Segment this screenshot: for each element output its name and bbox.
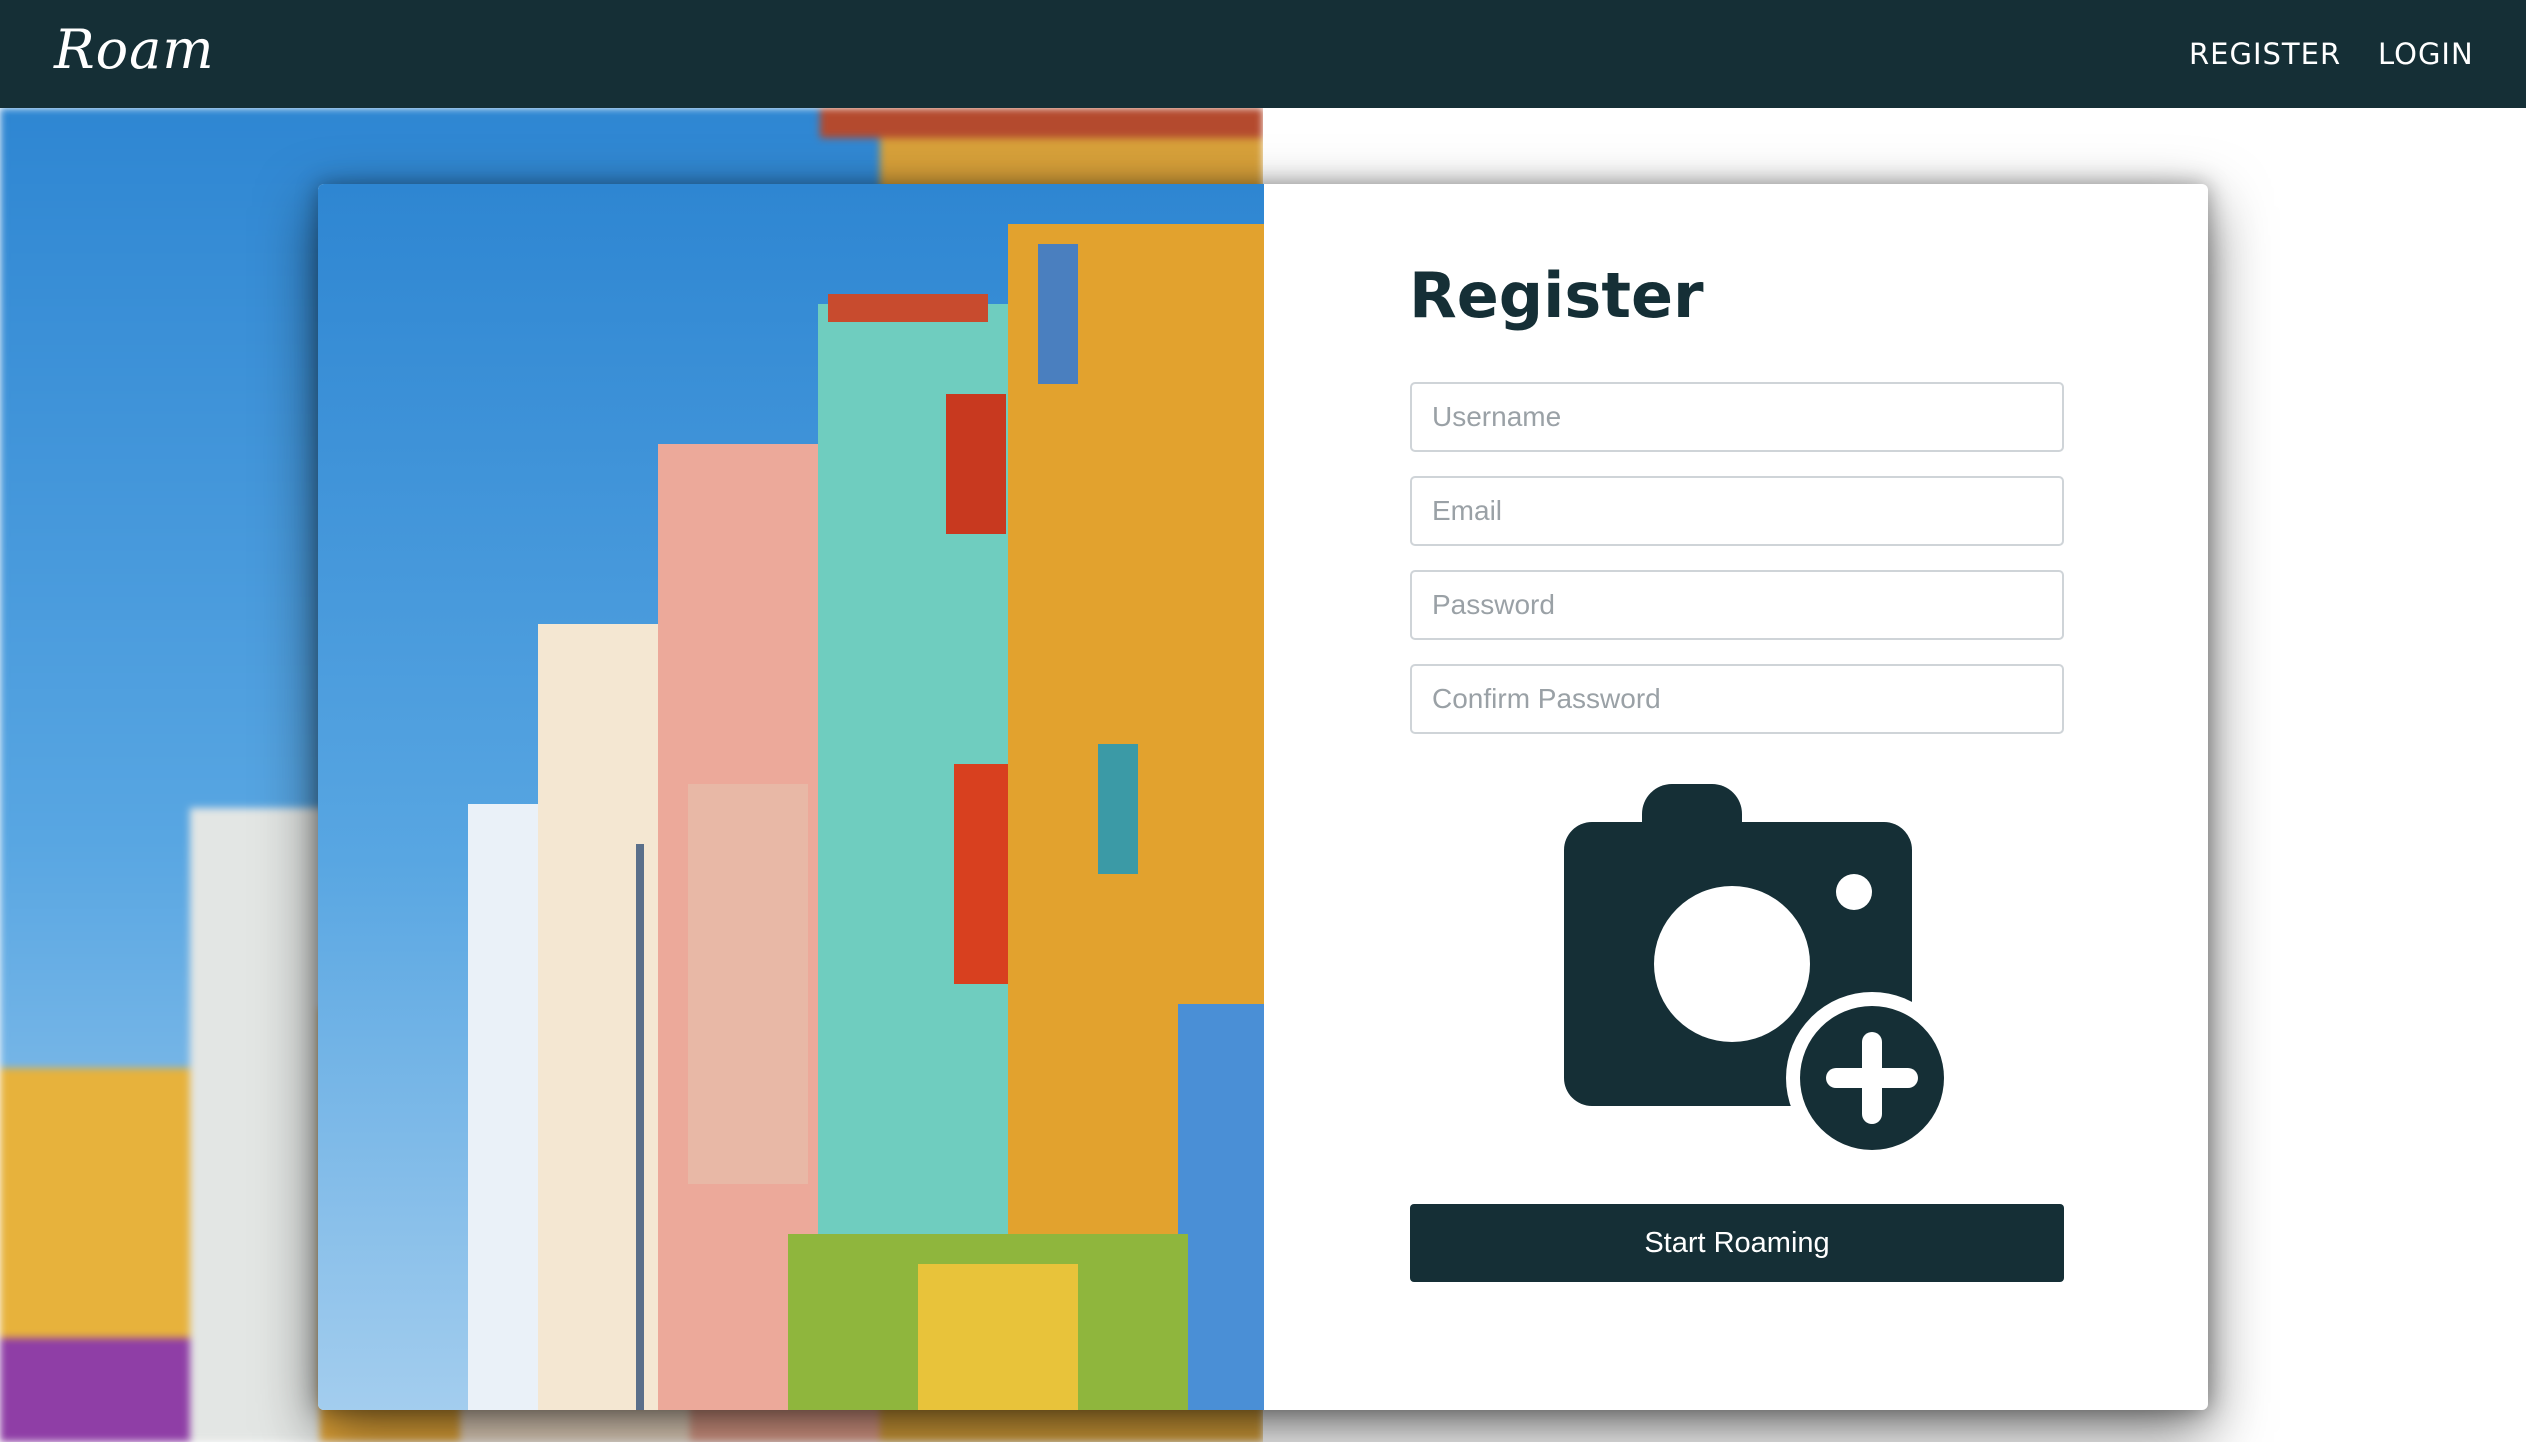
colorful-houses-photo <box>318 184 1264 1410</box>
password-input[interactable] <box>1410 570 2064 640</box>
confirm-password-input[interactable] <box>1410 664 2064 734</box>
brand-logo[interactable]: Roam <box>54 12 215 88</box>
page-title: Register <box>1409 259 1704 332</box>
nav-register-link[interactable]: REGISTER <box>2189 34 2341 74</box>
username-input[interactable] <box>1410 382 2064 452</box>
nav-login-link[interactable]: LOGIN <box>2378 34 2474 74</box>
register-card: Register Start Roaming <box>318 184 2208 1410</box>
email-input[interactable] <box>1410 476 2064 546</box>
camera-plus-icon <box>1564 784 1958 1164</box>
top-navbar: Roam REGISTER LOGIN <box>0 0 2526 108</box>
photo-upload-button[interactable] <box>1564 784 1958 1164</box>
register-form: Register Start Roaming <box>1264 184 2208 1410</box>
start-roaming-button[interactable]: Start Roaming <box>1410 1204 2064 1282</box>
